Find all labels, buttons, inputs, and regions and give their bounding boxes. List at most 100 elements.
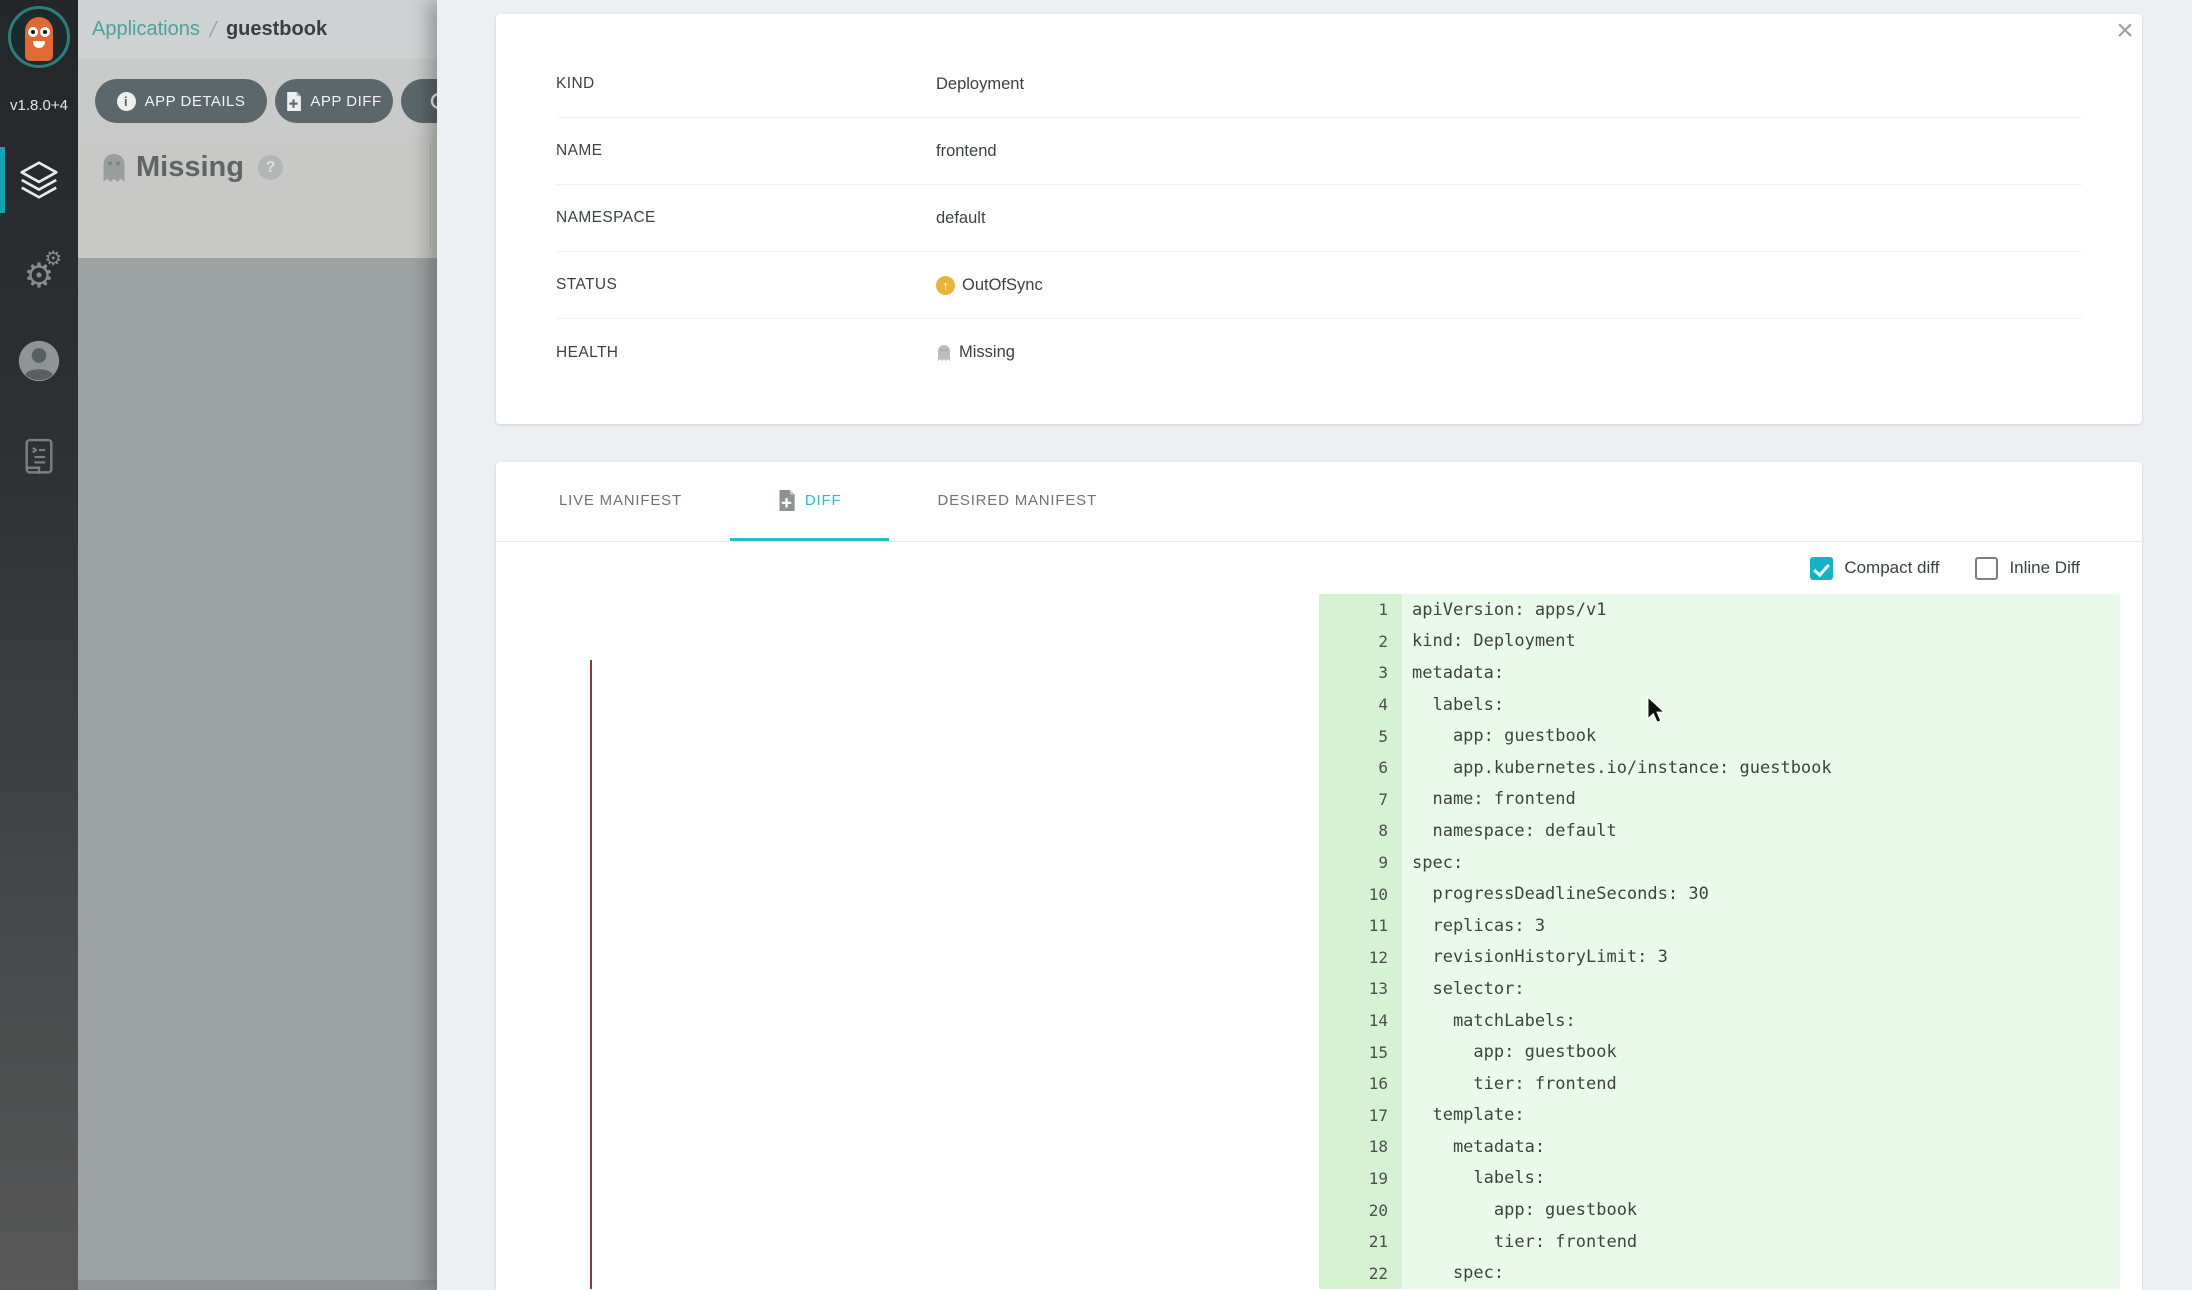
checkbox-label: Inline Diff	[2009, 558, 2080, 578]
summary-row: STATUS ↑ OutOfSync	[556, 252, 2082, 319]
diff-line: 2 kind: Deployment	[1319, 626, 2120, 658]
manifest-card: LIVE MANIFEST DIFF	[496, 462, 2142, 1290]
diff-options: Compact diff Inline Diff	[496, 542, 2142, 594]
resource-slide-panel: KIND ↑ Deployment NAME	[437, 0, 2192, 1290]
diff-line: 13 selector:	[1319, 973, 2120, 1005]
diff-line-code: revisionHistoryLimit: 3	[1402, 942, 2120, 974]
diff-line: 10 progressDeadlineSeconds: 30	[1319, 878, 2120, 910]
diff-line-number: 14	[1319, 1005, 1402, 1037]
diff-line: 14 matchLabels:	[1319, 1005, 2120, 1037]
diff-line: 19 labels:	[1319, 1163, 2120, 1195]
diff-line-code: spec:	[1402, 847, 2120, 879]
diff-option[interactable]: Compact diff	[1810, 557, 1939, 580]
version-label: v1.8.0+4	[0, 97, 78, 114]
diff-line: 17 template:	[1319, 1100, 2120, 1132]
diff-removed-marker	[590, 660, 592, 1289]
diff-line-number: 10	[1319, 878, 1402, 910]
diff-line: 3 metadata:	[1319, 657, 2120, 689]
summary-field-value: Deployment	[936, 75, 1024, 94]
ghost-icon	[936, 344, 952, 362]
breadcrumb-applications-link[interactable]: Applications	[92, 18, 200, 41]
diff-line: 22 spec:	[1319, 1257, 2120, 1289]
diff-line-number: 17	[1319, 1100, 1402, 1132]
diff-line-number: 16	[1319, 1068, 1402, 1100]
diff-line-number: 19	[1319, 1163, 1402, 1195]
app-diff-label: APP DIFF	[310, 93, 381, 110]
app-diff-button[interactable]: APP DIFF	[275, 79, 393, 123]
tab-label: DESIRED MANIFEST	[937, 492, 1096, 509]
sidebar-item-settings[interactable]: ⚙ ⚙	[0, 243, 78, 309]
diff-line: 21 tier: frontend	[1319, 1226, 2120, 1258]
breadcrumb-current: guestbook	[226, 18, 327, 41]
summary-row: KIND ↑ Deployment	[556, 51, 2082, 118]
diff-option[interactable]: Inline Diff	[1975, 557, 2080, 580]
diff-line-number: 3	[1319, 657, 1402, 689]
gear-small-icon: ⚙	[44, 249, 62, 269]
info-icon: i	[117, 92, 136, 111]
diff-viewer: 1 apiVersion: apps/v1 2 kind: Deployment…	[496, 594, 2142, 1289]
manifest-tab[interactable]: DIFF	[730, 462, 890, 541]
manifest-tab[interactable]: LIVE MANIFEST	[511, 462, 730, 541]
sidebar-item-docs[interactable]	[0, 424, 78, 490]
diff-line-number: 8	[1319, 815, 1402, 847]
diff-line: 9 spec:	[1319, 847, 2120, 879]
diff-line-code: progressDeadlineSeconds: 30	[1402, 878, 2120, 910]
argocd-app: Applications / guestbook i APP DETAILS A…	[0, 0, 2192, 1290]
diff-line-number: 2	[1319, 626, 1402, 658]
summary-field-label: KIND	[556, 75, 936, 93]
diff-line-code: metadata:	[1402, 657, 2120, 689]
diff-line-code: app.kubernetes.io/instance: guestbook	[1402, 752, 2120, 784]
checkbox[interactable]	[1810, 557, 1833, 580]
diff-added-pane[interactable]: 1 apiVersion: apps/v1 2 kind: Deployment…	[1319, 594, 2120, 1289]
diff-line-number: 5	[1319, 720, 1402, 752]
diff-line-code: tier: frontend	[1402, 1226, 2120, 1258]
argo-logo	[8, 6, 70, 68]
diff-line-code: kind: Deployment	[1402, 626, 2120, 658]
diff-line-number: 7	[1319, 784, 1402, 816]
mouse-cursor	[1646, 696, 1666, 724]
app-details-button[interactable]: i APP DETAILS	[95, 79, 267, 123]
diff-line-code: tier: frontend	[1402, 1068, 2120, 1100]
diff-line-number: 1	[1319, 594, 1402, 626]
diff-line-code: apiVersion: apps/v1	[1402, 594, 2120, 626]
sidebar-item-applications[interactable]	[0, 147, 78, 213]
file-diff-icon	[286, 92, 301, 111]
summary-row: NAMESPACE ↑ default	[556, 185, 2082, 252]
diff-line: 5 app: guestbook	[1319, 720, 2120, 752]
breadcrumb: Applications / guestbook	[92, 0, 327, 59]
diff-line: 11 replicas: 3	[1319, 910, 2120, 942]
diff-line-code: app: guestbook	[1402, 1194, 2120, 1226]
summary-field-label: HEALTH	[556, 344, 936, 362]
summary-field-value: Missing	[959, 343, 1015, 362]
tab-label: DIFF	[805, 492, 842, 509]
diff-line-code: replicas: 3	[1402, 910, 2120, 942]
diff-line-code: metadata:	[1402, 1131, 2120, 1163]
manifest-tab[interactable]: DESIRED MANIFEST	[889, 462, 1144, 541]
checkbox-label: Compact diff	[1844, 558, 1939, 578]
document-icon	[20, 437, 58, 477]
ghost-icon	[100, 152, 128, 184]
diff-line-number: 4	[1319, 689, 1402, 721]
user-icon	[17, 339, 61, 383]
resource-summary-card: KIND ↑ Deployment NAME	[496, 14, 2142, 424]
diff-line-code: name: frontend	[1402, 784, 2120, 816]
diff-line-code: template:	[1402, 1100, 2120, 1132]
diff-line-number: 22	[1319, 1257, 1402, 1289]
diff-line-number: 15	[1319, 1036, 1402, 1068]
layers-icon	[16, 157, 62, 203]
breadcrumb-separator: /	[207, 17, 219, 43]
checkbox[interactable]	[1975, 557, 1998, 580]
sidebar-item-user[interactable]	[0, 328, 78, 394]
health-status-heading: Missing	[136, 151, 244, 184]
tab-label: LIVE MANIFEST	[559, 492, 682, 509]
diff-line-number: 18	[1319, 1131, 1402, 1163]
diff-line-code: app: guestbook	[1402, 1036, 2120, 1068]
diff-line-code: app: guestbook	[1402, 720, 2120, 752]
diff-line: 1 apiVersion: apps/v1	[1319, 594, 2120, 626]
close-icon[interactable]: ×	[2109, 16, 2141, 48]
summary-field-value: OutOfSync	[962, 276, 1043, 295]
diff-line-code: spec:	[1402, 1257, 2120, 1289]
diff-line: 7 name: frontend	[1319, 784, 2120, 816]
diff-line-number: 21	[1319, 1226, 1402, 1258]
help-icon[interactable]: ?	[258, 155, 283, 180]
